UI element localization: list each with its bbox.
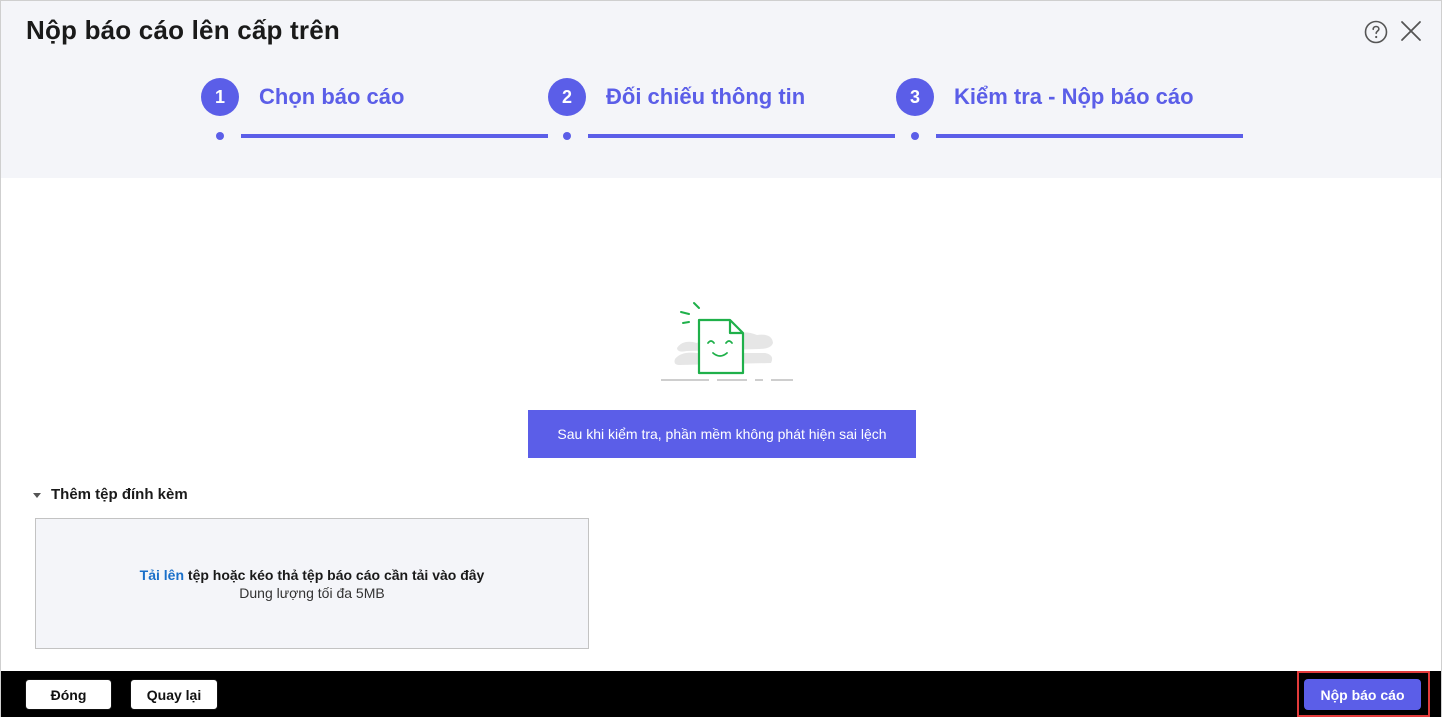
step-dot (216, 132, 224, 140)
attachments-toggle[interactable]: Thêm tệp đính kèm (31, 486, 188, 503)
attachments-toggle-label: Thêm tệp đính kèm (51, 486, 188, 503)
dropzone-size-limit: Dung lượng tối đa 5MB (239, 584, 385, 601)
close-icon[interactable] (1400, 20, 1422, 42)
dialog-title: Nộp báo cáo lên cấp trên (26, 15, 340, 45)
back-button[interactable]: Quay lại (130, 679, 218, 710)
step-label: Đối chiếu thông tin (606, 84, 806, 109)
step-number: 3 (896, 78, 934, 116)
submit-report-dialog: Nộp báo cáo lên cấp trên 1 Chọn báo cáo … (0, 0, 1442, 717)
caret-down-icon (33, 492, 41, 498)
file-dropzone[interactable]: Tải lên tệp hoặc kéo thả tệp báo cáo cần… (35, 518, 589, 649)
check-result-banner: Sau khi kiểm tra, phần mềm không phát hi… (528, 410, 916, 458)
submit-report-button[interactable]: Nộp báo cáo (1304, 679, 1421, 710)
step-number: 2 (548, 78, 586, 116)
dropzone-instructions: Tải lên tệp hoặc kéo thả tệp báo cáo cần… (140, 567, 485, 583)
dialog-header: Nộp báo cáo lên cấp trên 1 Chọn báo cáo … (1, 1, 1441, 178)
step-label: Kiểm tra - Nộp báo cáo (954, 84, 1194, 109)
step-dot (911, 132, 919, 140)
happy-document-icon (661, 302, 793, 381)
step-dot (563, 132, 571, 140)
step-label: Chọn báo cáo (259, 84, 405, 109)
dropzone-text: tệp hoặc kéo thả tệp báo cáo cần tải vào… (184, 566, 485, 583)
step-progress-bar (241, 134, 548, 138)
step-progress-bar (936, 134, 1243, 138)
help-circle-icon[interactable] (1364, 20, 1388, 44)
step-progress-bar (588, 134, 895, 138)
step-number: 1 (201, 78, 239, 116)
upload-link[interactable]: Tải lên (140, 567, 184, 583)
close-button[interactable]: Đóng (25, 679, 112, 710)
dialog-footer: Đóng Quay lại Nộp báo cáo (1, 671, 1441, 717)
